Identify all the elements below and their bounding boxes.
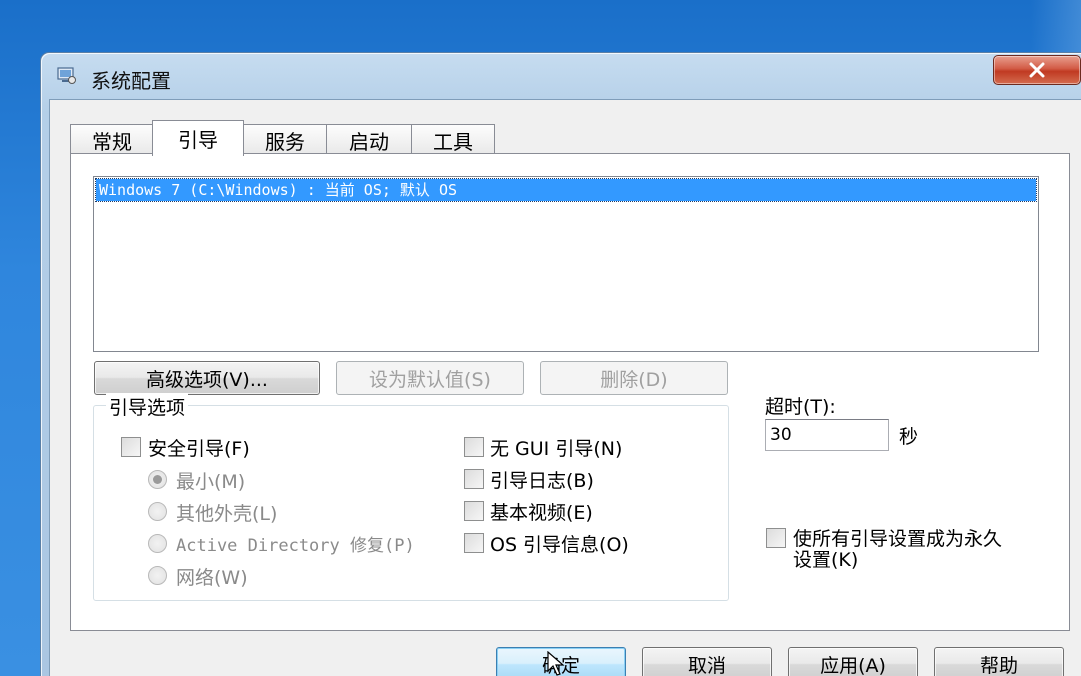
title-bar[interactable]: 系统配置 [41,53,1081,99]
timeout-input[interactable]: 30 [765,419,889,451]
boot-tab-panel: Windows 7 (C:\Windows) : 当前 OS; 默认 OS 高级… [70,153,1070,631]
boot-options-group: 引导选项 安全引导(F) 最小(M) 其他外壳(L) Active Direct… [93,393,729,601]
minimal-radio[interactable] [148,470,167,489]
timeout-unit-label: 秒 [899,426,919,448]
help-button[interactable]: 帮助 [934,647,1064,676]
apply-button[interactable]: 应用(A) [788,647,918,676]
set-default-button[interactable]: 设为默认值(S) [336,361,524,395]
close-button[interactable] [993,55,1081,85]
base-video-checkbox[interactable] [464,501,484,521]
no-gui-boot-checkbox[interactable] [464,437,484,457]
boot-entry[interactable]: Windows 7 (C:\Windows) : 当前 OS; 默认 OS [95,178,1037,202]
close-icon [1029,62,1045,78]
boot-log-checkbox[interactable] [464,469,484,489]
alternate-shell-radio[interactable] [148,502,167,521]
boot-options-title: 引导选项 [106,393,189,420]
network-label: 网络(W) [176,567,248,589]
mouse-pointer-icon [547,651,565,676]
no-gui-boot-label: 无 GUI 引导(N) [490,438,623,460]
permanent-settings-checkbox[interactable] [766,528,786,548]
os-boot-info-label: OS 引导信息(O) [490,534,629,556]
dialog-client: 常规 引导 服务 启动 工具 Windows 7 (C:\Windows) : … [49,99,1081,676]
boot-log-label: 引导日志(B) [490,470,594,492]
msconfig-icon [57,67,76,84]
tab-tools[interactable]: 工具 [411,124,495,155]
alternate-shell-label: 其他外壳(L) [176,503,278,525]
boot-entry-list[interactable]: Windows 7 (C:\Windows) : 当前 OS; 默认 OS [93,176,1039,352]
tab-services[interactable]: 服务 [243,124,327,155]
safe-boot-label: 安全引导(F) [148,438,250,460]
tab-boot[interactable]: 引导 [152,120,244,156]
delete-button[interactable]: 删除(D) [540,361,728,395]
permanent-settings-label-line2: 设置(K) [793,549,859,571]
os-boot-info-checkbox[interactable] [464,533,484,553]
tab-startup[interactable]: 启动 [326,124,412,155]
window-title: 系统配置 [91,69,171,93]
tab-general[interactable]: 常规 [70,124,154,155]
cancel-button[interactable]: 取消 [642,647,772,676]
ad-repair-radio[interactable] [148,534,167,553]
advanced-options-button[interactable]: 高级选项(V)... [94,361,320,395]
minimal-label: 最小(M) [176,471,246,493]
safe-boot-checkbox[interactable] [121,437,141,457]
timeout-label: 超时(T): [765,396,836,418]
base-video-label: 基本视频(E) [490,502,593,524]
network-radio[interactable] [148,566,167,585]
ad-repair-label: Active Directory 修复(P) [176,536,415,556]
system-config-window: 系统配置 常规 引导 服务 启动 工具 Windows 7 (C:\Window… [40,52,1081,676]
